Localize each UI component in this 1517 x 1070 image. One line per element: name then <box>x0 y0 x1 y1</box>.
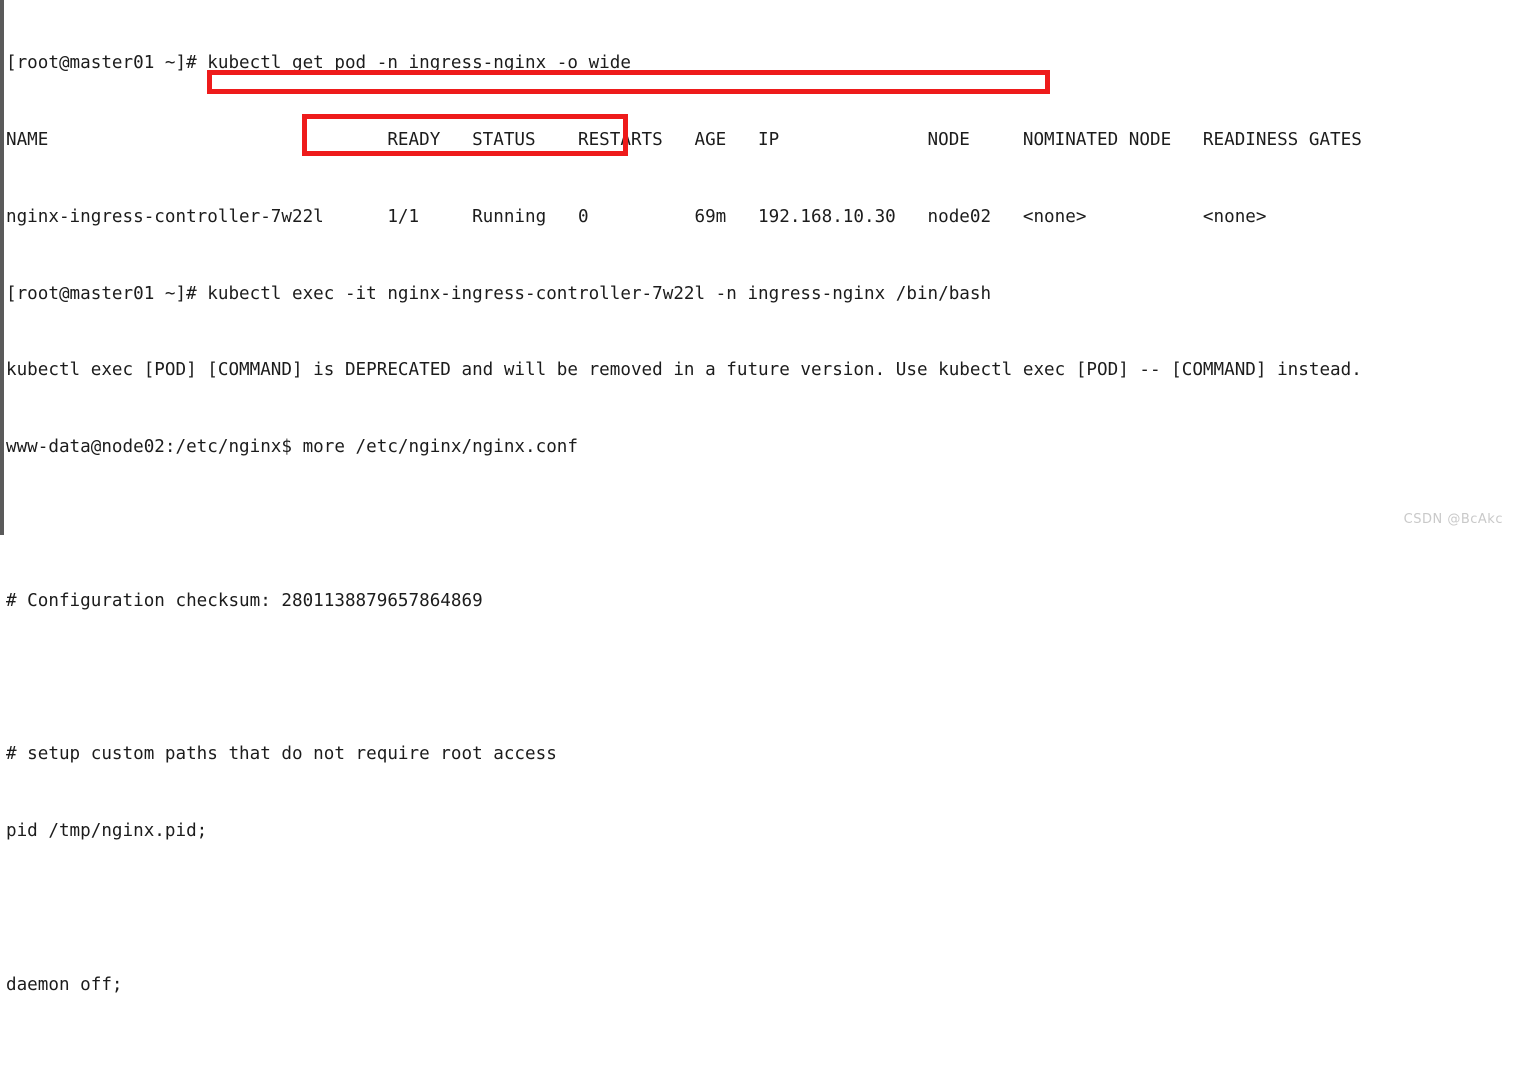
pod-table-row: nginx-ingress-controller-7w22l 1/1 Runni… <box>6 206 1267 227</box>
config-directive-daemon: daemon off; <box>6 974 123 995</box>
watermark: CSDN @BcAkc <box>1403 512 1503 527</box>
terminal-line-more-command: www-data@node02:/etc/nginx$ more /etc/ng… <box>6 437 578 458</box>
config-directive-pid: pid /tmp/nginx.pid; <box>6 821 208 841</box>
terminal-line-exec-command: [root@master01 ~]# kubectl exec -it ngin… <box>6 283 992 304</box>
pod-table-header: NAME READY STATUS RESTARTS AGE IP NODE N… <box>6 129 1362 150</box>
config-checksum-line: # Configuration checksum: 28011388796578… <box>6 590 483 611</box>
deprecation-notice: kubectl exec [POD] [COMMAND] is DEPRECAT… <box>6 360 1362 381</box>
config-comment-custom-paths: # setup custom paths that do not require… <box>6 744 557 765</box>
terminal-line: [root@master01 ~]# kubectl get pod -n in… <box>6 53 631 74</box>
terminal-output[interactable]: [root@master01 ~]# kubectl get pod -n in… <box>6 0 1511 994</box>
window-left-edge <box>0 0 4 535</box>
terminal-window: [root@master01 ~]# kubectl get pod -n in… <box>0 0 1517 995</box>
